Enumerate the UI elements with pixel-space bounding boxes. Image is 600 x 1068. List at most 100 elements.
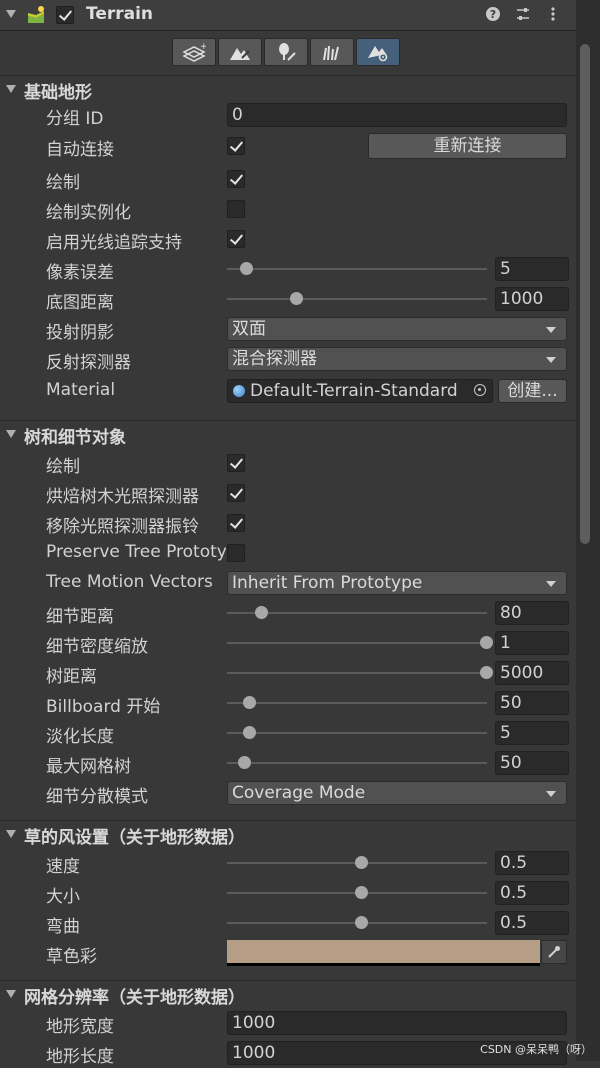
wind-bend-slider[interactable]: 0.5 — [227, 911, 569, 935]
wind-size-input[interactable]: 0.5 — [495, 881, 569, 905]
row-detail-distance: 细节距离 80 — [0, 598, 576, 628]
field-label: 移除光照探测器振铃 — [46, 517, 199, 537]
section-tree-detail[interactable]: 树和细节对象 — [0, 420, 576, 448]
reflection-probes-dropdown[interactable]: 混合探测器 — [227, 347, 567, 371]
scrollbar-thumb[interactable] — [580, 44, 590, 544]
create-material-button[interactable]: 创建... — [498, 379, 567, 403]
section-basic-terrain[interactable]: 基础地形 — [0, 75, 576, 103]
slider-track[interactable] — [227, 672, 487, 674]
wind-bend-input[interactable]: 0.5 — [495, 911, 569, 935]
slider-knob[interactable] — [290, 292, 303, 305]
component-enabled-checkbox[interactable] — [56, 6, 74, 24]
section-title: 树和细节对象 — [24, 428, 126, 448]
slider-track[interactable] — [227, 298, 487, 300]
tree-distance-input[interactable]: 5000 — [495, 661, 569, 685]
max-mesh-trees-slider[interactable]: 50 — [227, 751, 569, 775]
more-icon[interactable] — [544, 6, 562, 24]
slider-knob[interactable] — [480, 666, 493, 679]
detail-distance-input[interactable]: 80 — [495, 601, 569, 625]
component-header[interactable]: Terrain ? — [0, 0, 576, 31]
row-fade-length: 淡化长度 5 — [0, 718, 576, 748]
material-icon — [233, 385, 245, 397]
slider-knob[interactable] — [242, 726, 256, 739]
max-mesh-trees-input[interactable]: 50 — [495, 751, 569, 775]
section-collapse-arrow-icon[interactable] — [6, 830, 16, 838]
vertical-scrollbar[interactable] — [576, 0, 600, 1061]
slider-track[interactable] — [227, 268, 487, 270]
create-terrain-icon: + — [182, 42, 206, 62]
scatter-mode-dropdown[interactable]: Coverage Mode — [227, 781, 567, 805]
preserve-proto-checkbox[interactable] — [227, 544, 245, 562]
slider-knob[interactable] — [255, 606, 268, 619]
draw-instanced-checkbox[interactable] — [227, 200, 245, 218]
pixel-error-input[interactable]: 5 — [495, 257, 569, 281]
section-collapse-arrow-icon[interactable] — [6, 430, 16, 438]
section-mesh-resolution[interactable]: 网格分辨率（关于地形数据） — [0, 980, 576, 1008]
fade-length-input[interactable]: 5 — [495, 721, 569, 745]
svg-text:+: + — [200, 42, 206, 52]
field-label: 地形宽度 — [46, 1017, 114, 1037]
detail-density-input[interactable]: 1 — [495, 631, 569, 655]
auto-connect-checkbox[interactable] — [227, 137, 245, 155]
help-icon[interactable]: ? — [484, 6, 502, 24]
tree-distance-slider[interactable]: 5000 — [227, 661, 569, 685]
material-object-field[interactable]: Default-Terrain-Standard — [227, 379, 493, 403]
row-detail-density: 细节密度缩放 1 — [0, 628, 576, 658]
paint-terrain-button[interactable] — [218, 38, 262, 66]
section-title: 网格分辨率（关于地形数据） — [24, 988, 245, 1008]
slider-track[interactable] — [227, 642, 487, 644]
basemap-distance-slider[interactable]: 1000 — [227, 287, 569, 311]
terrain-width-input[interactable]: 1000 — [227, 1011, 567, 1035]
wind-speed-slider[interactable]: 0.5 — [227, 851, 569, 875]
wind-size-slider[interactable]: 0.5 — [227, 881, 569, 905]
section-collapse-arrow-icon[interactable] — [6, 85, 16, 93]
section-grass-wind[interactable]: 草的风设置（关于地形数据） — [0, 820, 576, 848]
basemap-distance-input[interactable]: 1000 — [495, 287, 569, 311]
dropdown-arrow-icon — [546, 327, 556, 333]
row-remove-ringing: 移除光照探测器振铃 — [0, 508, 576, 538]
slider-knob[interactable] — [355, 916, 368, 929]
billboard-start-input[interactable]: 50 — [495, 691, 569, 715]
section-collapse-arrow-icon[interactable] — [6, 990, 16, 998]
group-id-input[interactable]: 0 — [227, 103, 567, 127]
slider-knob[interactable] — [355, 856, 368, 869]
eyedropper-button[interactable] — [541, 940, 567, 964]
row-motion-vectors: Tree Motion Vectors Inherit From Prototy… — [0, 568, 576, 598]
row-wind-bend: 弯曲 0.5 — [0, 908, 576, 938]
billboard-start-slider[interactable]: 50 — [227, 691, 569, 715]
slider-knob[interactable] — [242, 696, 256, 709]
motion-vectors-dropdown[interactable]: Inherit From Prototype — [227, 571, 567, 595]
terrain-settings-button[interactable] — [356, 38, 400, 66]
slider-track[interactable] — [227, 732, 487, 734]
ray-tracing-checkbox[interactable] — [227, 230, 245, 248]
collapse-arrow-icon[interactable] — [6, 10, 16, 18]
field-label: 绘制 — [46, 457, 80, 477]
draw-checkbox[interactable] — [227, 170, 245, 188]
slider-track[interactable] — [227, 762, 487, 764]
tree-draw-checkbox[interactable] — [227, 454, 245, 472]
slider-knob[interactable] — [480, 636, 493, 649]
preset-icon[interactable] — [514, 6, 532, 24]
row-cast-shadows: 投射阴影 双面 — [0, 314, 576, 344]
wind-speed-input[interactable]: 0.5 — [495, 851, 569, 875]
slider-knob[interactable] — [237, 756, 251, 769]
detail-distance-slider[interactable]: 80 — [227, 601, 569, 625]
reconnect-button[interactable]: 重新连接 — [368, 133, 567, 159]
remove-ringing-checkbox[interactable] — [227, 514, 245, 532]
slider-knob[interactable] — [355, 886, 368, 899]
paint-trees-button[interactable] — [264, 38, 308, 66]
paint-details-button[interactable] — [310, 38, 354, 66]
grass-tint-color-field[interactable] — [227, 940, 540, 966]
dropdown-value: Inherit From Prototype — [232, 573, 423, 593]
object-picker-icon[interactable] — [474, 384, 486, 396]
paint-details-icon — [323, 45, 339, 61]
create-neighbor-terrains-button[interactable]: + — [172, 38, 216, 66]
pixel-error-slider[interactable]: 5 — [227, 257, 569, 281]
fade-length-slider[interactable]: 5 — [227, 721, 569, 745]
slider-track[interactable] — [227, 702, 487, 704]
slider-knob[interactable] — [240, 262, 253, 275]
bake-probes-checkbox[interactable] — [227, 484, 245, 502]
field-label: 反射探测器 — [46, 353, 131, 373]
cast-shadows-dropdown[interactable]: 双面 — [227, 317, 567, 341]
detail-density-slider[interactable]: 1 — [227, 631, 569, 655]
